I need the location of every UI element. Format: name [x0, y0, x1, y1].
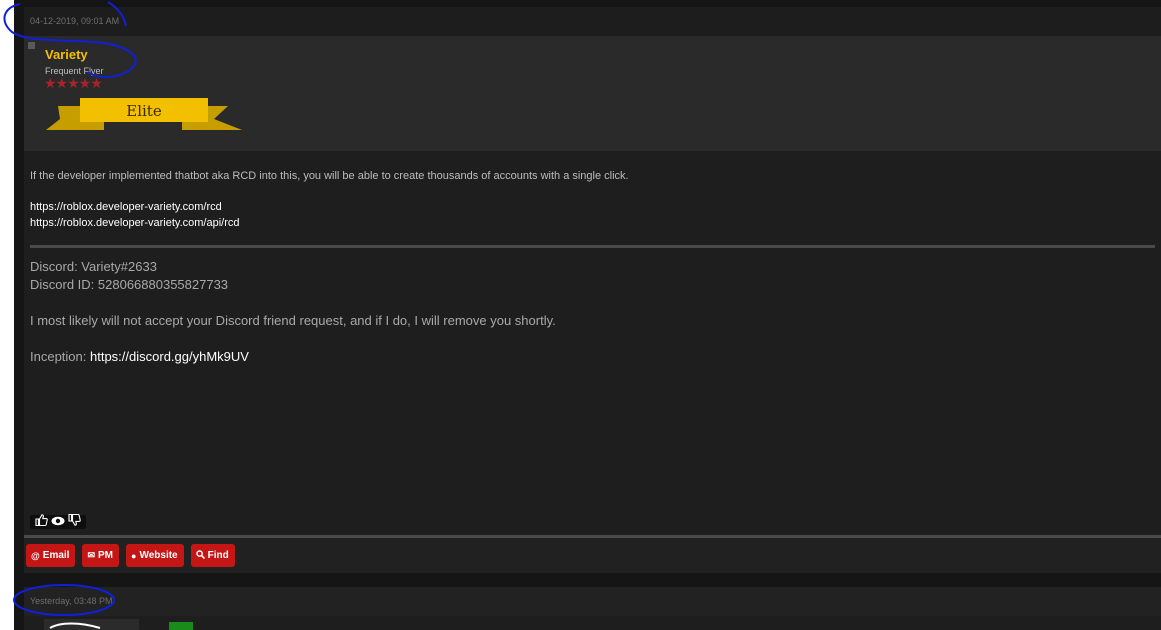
window-left-edge [0, 0, 14, 630]
inception-link[interactable]: https://discord.gg/yhMk9UV [90, 349, 249, 364]
discord-id: Discord ID: 528066880355827733 [30, 277, 229, 292]
signature: Discord: Variety#2633 Discord ID: 528066… [30, 258, 1155, 366]
author-username[interactable] [169, 622, 193, 630]
website-button-label: Website [139, 550, 178, 561]
post-rating [30, 513, 86, 531]
pm-button-label: PM [98, 550, 114, 561]
thumbs-down-icon[interactable] [68, 513, 81, 531]
post-date: 04-12-2019, 09:01 AM [24, 7, 1161, 36]
thumbs-up-icon[interactable] [35, 513, 48, 531]
post-links: https://roblox.developer-variety.com/rcd… [30, 199, 1155, 231]
rank-label: Elite [126, 102, 162, 120]
post-action-bar: @ Email ✉ PM ● Website Find [24, 538, 1161, 573]
elite-rank-banner: Elite [46, 92, 242, 139]
pm-button[interactable]: ✉ PM [82, 544, 120, 567]
rcd-link[interactable]: https://roblox.developer-variety.com/rcd [30, 199, 1155, 215]
signature-divider [30, 245, 1155, 248]
email-button[interactable]: @ Email [26, 544, 76, 567]
forum-thread: 04-12-2019, 09:01 AM Variety Frequent Fl… [14, 0, 1161, 630]
forum-post: Yesterday, 03:48 PM [24, 587, 1161, 630]
website-button[interactable]: ● Website [126, 544, 184, 567]
forum-post: 04-12-2019, 09:01 AM Variety Frequent Fl… [24, 7, 1161, 573]
discord-tag: Discord: Variety#2633 [30, 259, 157, 274]
mail-icon: ✉ [87, 550, 96, 560]
rcd-api-link[interactable]: https://roblox.developer-variety.com/api… [30, 215, 1155, 231]
find-button-label: Find [207, 550, 229, 561]
email-button-label: Email [42, 550, 70, 561]
post-date: Yesterday, 03:48 PM [24, 587, 1161, 616]
post-paragraph: If the developer implemented thatbot aka… [30, 170, 629, 182]
inception-line: Inception: https://discord.gg/yhMk9UV [30, 348, 1155, 366]
avatar[interactable] [28, 42, 35, 49]
find-button[interactable]: Find [190, 544, 235, 567]
search-icon [195, 550, 205, 561]
author-username[interactable]: Variety [45, 47, 88, 62]
author-panel: Variety Frequent Flyer ★★★★★ Elite [24, 36, 1161, 151]
globe-icon: ● [131, 550, 137, 561]
friend-request-notice: I most likely will not accept your Disco… [30, 313, 556, 328]
author-panel [44, 619, 139, 630]
post-content: If the developer implemented thatbot aka… [24, 170, 1161, 366]
rank-stars: ★★★★★ [44, 75, 103, 91]
at-icon: @ [31, 550, 40, 561]
eye-icon[interactable] [51, 513, 65, 531]
inception-label: Inception: [30, 349, 90, 364]
